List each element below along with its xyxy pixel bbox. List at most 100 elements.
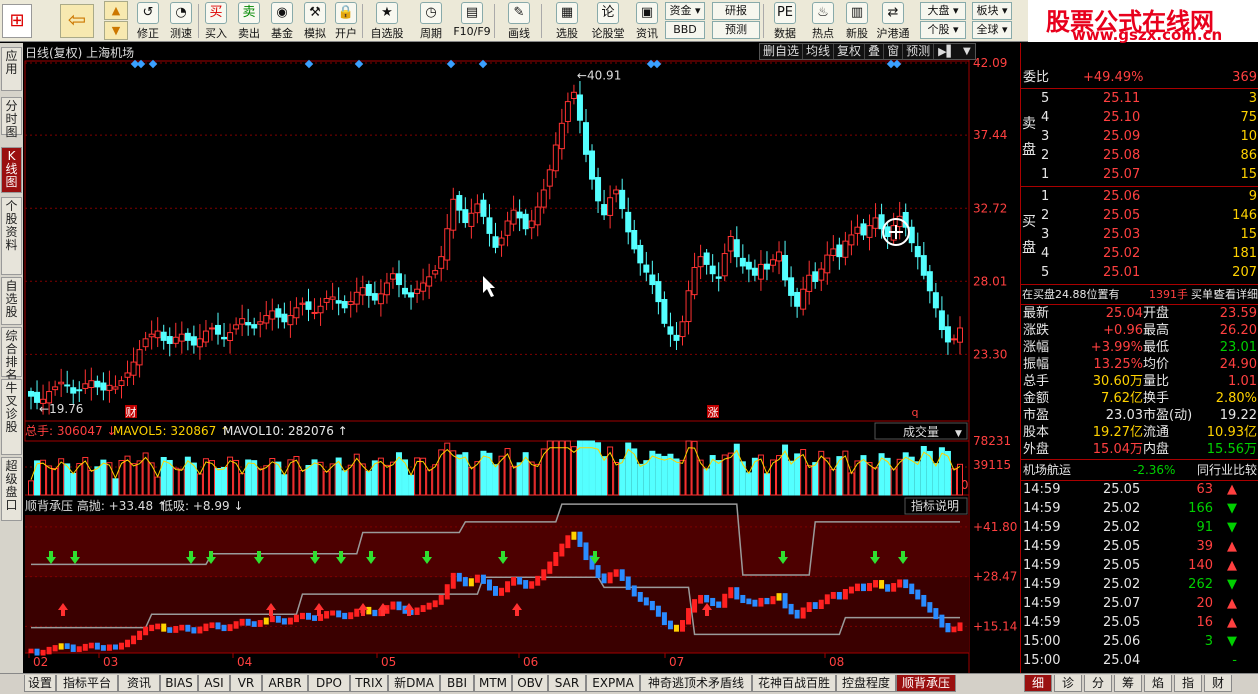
candle[interactable] xyxy=(601,189,608,220)
candle[interactable] xyxy=(836,237,843,270)
toolbar-button-speedometer[interactable]: ◔ 测速 xyxy=(165,1,197,41)
candle[interactable] xyxy=(305,288,312,322)
candle[interactable] xyxy=(522,209,529,236)
candle[interactable] xyxy=(788,266,795,307)
candle[interactable] xyxy=(257,312,264,338)
candle[interactable] xyxy=(444,214,451,271)
candle[interactable] xyxy=(154,317,161,348)
candle[interactable] xyxy=(661,291,668,328)
candle[interactable] xyxy=(160,324,167,350)
toolbar-button-buy[interactable]: 买买入 xyxy=(201,1,231,41)
candle[interactable] xyxy=(763,251,770,281)
candle[interactable] xyxy=(751,259,758,282)
indicator-tab-10[interactable]: BBI xyxy=(440,675,474,692)
left-tab-2[interactable]: K 线 图 xyxy=(1,147,22,193)
app-logo[interactable]: ⊞ xyxy=(2,4,32,38)
toolbar-small-button[interactable]: 个股 ▾ xyxy=(920,21,966,39)
candle[interactable] xyxy=(685,280,692,335)
candle[interactable] xyxy=(100,372,107,401)
toolbar-small-button[interactable]: 资金 ▾ xyxy=(665,2,705,20)
candle[interactable] xyxy=(239,304,246,337)
candle[interactable] xyxy=(842,231,849,266)
left-tab-5[interactable]: 综 合 排 名 xyxy=(1,327,22,382)
candle[interactable] xyxy=(311,298,318,320)
indicator-tab-8[interactable]: TRIX xyxy=(350,675,388,692)
candle[interactable] xyxy=(172,322,179,348)
candle[interactable] xyxy=(727,230,734,264)
candle[interactable] xyxy=(317,297,324,326)
chart-button-4[interactable]: 窗 xyxy=(884,44,904,59)
candle[interactable] xyxy=(432,264,439,279)
candle[interactable] xyxy=(745,254,752,283)
indicator-tab-3[interactable]: BIAS xyxy=(160,675,198,692)
candle[interactable] xyxy=(920,242,927,280)
candle[interactable] xyxy=(703,248,710,275)
candle[interactable] xyxy=(830,235,837,262)
candle[interactable] xyxy=(625,197,632,245)
candle[interactable] xyxy=(124,360,131,387)
candle[interactable] xyxy=(408,284,415,310)
toolbar-small-button[interactable]: 板块 ▾ xyxy=(972,2,1012,20)
candle[interactable] xyxy=(76,381,83,402)
candle[interactable] xyxy=(287,300,294,338)
indicator-tab-13[interactable]: SAR xyxy=(548,675,586,692)
toolbar-button-hk[interactable]: ⇄ 沪港通 xyxy=(874,1,912,41)
candle[interactable] xyxy=(293,297,300,325)
candle[interactable] xyxy=(908,219,915,253)
indicator-tab-18[interactable]: 顺背承压 xyxy=(896,675,956,692)
quote-tab-6[interactable]: 财 xyxy=(1204,675,1232,692)
candle[interactable] xyxy=(576,81,583,134)
candle[interactable] xyxy=(281,302,288,329)
quote-tab-1[interactable]: 诊 xyxy=(1054,675,1082,692)
candle[interactable] xyxy=(142,331,149,351)
toolbar-button-forum[interactable]: 论论股堂 xyxy=(588,1,628,41)
candle[interactable] xyxy=(426,263,433,299)
candle[interactable] xyxy=(438,245,445,281)
chart-window-arrow-icon[interactable]: ▶▌ xyxy=(934,44,959,59)
candle[interactable] xyxy=(516,199,523,232)
toolbar-button-lock[interactable]: 🔒 开户 xyxy=(330,1,362,41)
candle[interactable] xyxy=(558,108,565,160)
candle[interactable] xyxy=(383,272,390,304)
candle[interactable] xyxy=(58,368,65,397)
indicator-tab-5[interactable]: VR xyxy=(230,675,262,692)
candle[interactable] xyxy=(914,232,921,270)
candle[interactable] xyxy=(697,244,704,280)
indicator-tab-12[interactable]: OBV xyxy=(512,675,548,692)
quote-tab-5[interactable]: 指 xyxy=(1174,675,1202,692)
candle[interactable] xyxy=(202,319,209,348)
candle[interactable] xyxy=(800,276,807,316)
toolbar-button-clock[interactable]: ◷ 周期 xyxy=(411,1,451,41)
candle[interactable] xyxy=(667,312,674,347)
candle[interactable] xyxy=(136,340,143,378)
candle[interactable] xyxy=(166,327,173,357)
candle[interactable] xyxy=(812,262,819,289)
candle[interactable] xyxy=(757,250,764,291)
indicator-tab-16[interactable]: 花神百战百胜 xyxy=(752,675,836,692)
candle[interactable] xyxy=(818,262,825,292)
candle[interactable] xyxy=(866,214,873,251)
candle[interactable] xyxy=(860,218,867,240)
candle[interactable] xyxy=(190,325,197,354)
candle[interactable] xyxy=(64,370,71,393)
sector-compare-button[interactable]: 同行业比较 xyxy=(1197,461,1257,479)
toolbar-button-star[interactable]: ★ 自选股 xyxy=(365,1,409,41)
scroll-up-icon[interactable]: ▲ xyxy=(104,1,128,20)
candle[interactable] xyxy=(130,347,137,385)
chart-button-1[interactable]: 均线 xyxy=(803,44,835,59)
toolbar-button-news[interactable]: ▣ 资讯 xyxy=(630,1,664,41)
candle[interactable] xyxy=(94,375,101,396)
indicator-tab-14[interactable]: EXPMA xyxy=(586,675,640,692)
left-tab-4[interactable]: 自 选 股 xyxy=(1,277,22,325)
candle[interactable] xyxy=(365,280,372,308)
candle[interactable] xyxy=(456,190,463,224)
candle[interactable] xyxy=(402,274,409,298)
kline-chart-area[interactable]: 42.09 37.44 32.72 28.01 23.30 ←40.91 ←19.76 财 涨 q… xyxy=(23,43,1020,673)
candle[interactable] xyxy=(486,204,493,247)
candle[interactable] xyxy=(227,323,234,354)
candle[interactable] xyxy=(178,321,185,354)
left-tab-3[interactable]: 个 股 资 料 xyxy=(1,197,22,275)
toolbar-small-button[interactable]: BBD xyxy=(665,21,705,39)
quote-tab-3[interactable]: 筹 xyxy=(1114,675,1142,692)
candle[interactable] xyxy=(582,109,589,163)
